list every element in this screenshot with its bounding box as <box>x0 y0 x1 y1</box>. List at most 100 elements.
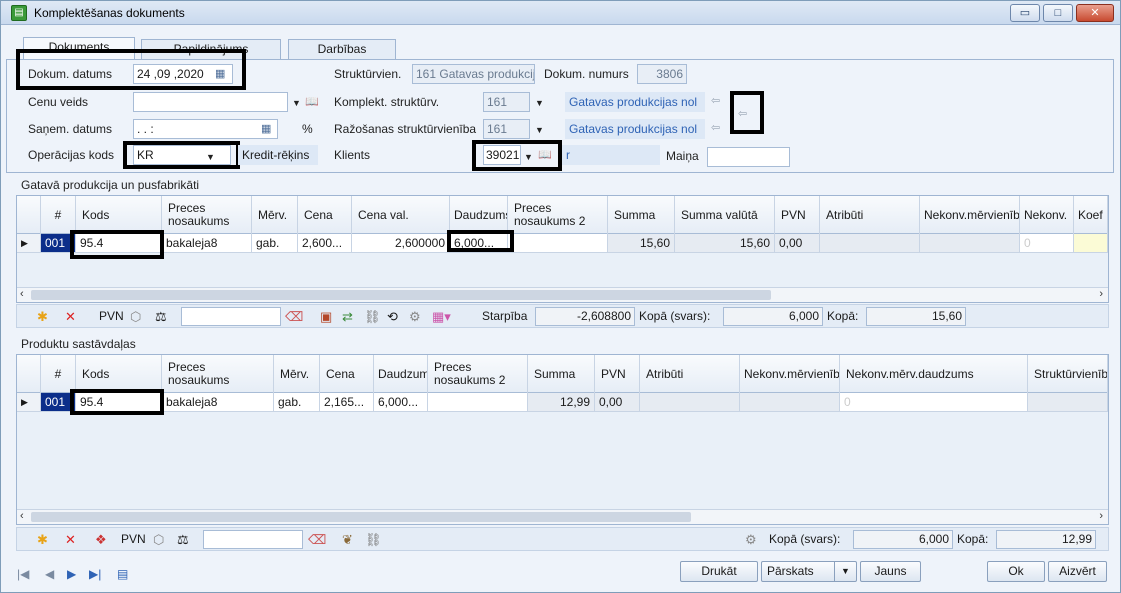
col-header[interactable]: Mērv. <box>252 196 298 234</box>
grid-cell-struktur[interactable] <box>1028 393 1108 412</box>
col-header[interactable]: Cena <box>298 196 352 234</box>
col-header[interactable]: PVN <box>775 196 820 234</box>
cube-icon[interactable]: ⬡ <box>130 308 141 325</box>
horizontal-scrollbar[interactable]: ‹ › <box>17 287 1108 302</box>
grid-cell-nekonv-merv[interactable] <box>920 234 1020 253</box>
eraser-icon[interactable]: ⌫ <box>285 308 303 325</box>
nav-prev-icon[interactable]: ◀ <box>45 567 54 581</box>
grid-cell-nosaukums2[interactable] <box>508 234 608 253</box>
col-header[interactable]: Cena val. <box>352 196 450 234</box>
components-grid[interactable]: # Kods Preces nosaukums Mērv. Cena Daudz… <box>16 354 1109 525</box>
col-header[interactable]: Summa valūtā <box>675 196 775 234</box>
arrow-left-icon[interactable]: ⇦ <box>711 121 720 134</box>
cenu-veids-input[interactable] <box>133 92 288 112</box>
grid-cell-koef[interactable] <box>1074 234 1108 253</box>
grid2-search-input[interactable] <box>203 530 303 549</box>
swap-icon[interactable]: ⟲ <box>387 308 398 325</box>
book-icon[interactable]: 📖 <box>538 148 552 161</box>
komplekt-strukturv-description[interactable]: Gatavas produkcijas nol <box>565 92 705 112</box>
scroll-right-icon[interactable]: › <box>1099 288 1103 300</box>
grid-cell-daudzums[interactable]: 6,000... <box>450 234 508 253</box>
jauns-button[interactable]: Jauns <box>860 561 921 582</box>
diamond-icon[interactable]: ❖ <box>95 531 107 548</box>
horizontal-scrollbar[interactable]: ‹ › <box>17 509 1108 524</box>
grid-cell-cena-val[interactable]: 2,600000 <box>352 234 450 253</box>
tab-papildinajums[interactable]: Papildinājums <box>141 39 281 59</box>
grid-cell-merv[interactable]: gab. <box>274 393 320 412</box>
chevron-down-icon[interactable]: ▼ <box>292 98 301 108</box>
col-header[interactable]: Kods <box>76 355 162 393</box>
col-header[interactable]: Koef <box>1074 196 1108 234</box>
finished-products-grid[interactable]: # Kods Preces nosaukums Mērv. Cena Cena … <box>16 195 1109 303</box>
ok-button[interactable]: Ok <box>987 561 1045 582</box>
col-header[interactable]: Preces nosaukums <box>162 355 274 393</box>
scale-icon[interactable]: ⚖ <box>155 308 167 325</box>
tab-darbibas[interactable]: Darbības <box>288 39 396 59</box>
refresh-icon[interactable]: ⇄ <box>342 308 353 325</box>
sanem-datums-input[interactable]: . . : <box>133 119 278 139</box>
col-header[interactable]: Kods <box>76 196 162 234</box>
grid-cell-nekonv[interactable]: 0 <box>1020 234 1074 253</box>
grid-cell-num[interactable]: 001 <box>41 393 76 412</box>
scroll-right-icon[interactable]: › <box>1099 510 1103 522</box>
grid-cell-cena[interactable]: 2,600... <box>298 234 352 253</box>
col-header[interactable]: Preces nosaukums 2 <box>508 196 608 234</box>
drukat-button[interactable]: Drukāt <box>680 561 758 582</box>
grid-menu-icon[interactable]: ▦▾ <box>432 308 451 325</box>
col-header[interactable]: Nekonv.mērv.daudzums <box>840 355 1028 393</box>
pvn-button[interactable]: PVN <box>99 309 124 323</box>
grid-cell-merv[interactable]: gab. <box>252 234 298 253</box>
col-header[interactable]: Atribūti <box>820 196 920 234</box>
chevron-down-icon[interactable]: ▼ <box>206 152 215 162</box>
col-header[interactable]: PVN <box>595 355 640 393</box>
scroll-thumb[interactable] <box>31 290 771 300</box>
nav-next-icon[interactable]: ▶ <box>67 567 76 581</box>
delete-row-icon[interactable]: ✕ <box>65 308 76 325</box>
nav-last-icon[interactable]: ▶| <box>89 567 101 581</box>
title-bar[interactable]: ▤ Komplektēšanas dokuments ▭ □ ✕ <box>1 1 1120 25</box>
grid-cell-kods[interactable]: 95.4 <box>76 234 162 253</box>
chevron-down-icon[interactable]: ▼ <box>834 562 856 581</box>
scroll-left-icon[interactable]: ‹ <box>20 288 24 300</box>
add-row-icon[interactable]: ✱ <box>37 308 48 325</box>
scroll-thumb[interactable] <box>31 512 691 522</box>
col-header[interactable]: Mērv. <box>274 355 320 393</box>
col-header[interactable]: Preces nosaukums <box>162 196 252 234</box>
col-header[interactable]: Cena <box>320 355 374 393</box>
nav-first-icon[interactable]: |◀ <box>17 567 29 581</box>
parskats-button[interactable]: Pārskats ▼ <box>761 561 857 582</box>
grid-cell-kods[interactable]: 95.4 <box>76 393 162 412</box>
razosanas-strukturvieniba-description[interactable]: Gatavas produkcijas nol <box>565 119 705 139</box>
leaf-icon[interactable]: ❦ <box>342 531 353 548</box>
calendar-icon[interactable]: ▦ <box>215 67 225 80</box>
grid-cell-daudzums[interactable]: 6,000... <box>374 393 428 412</box>
aizvert-button[interactable]: Aizvērt <box>1048 561 1107 582</box>
col-header[interactable]: Atribūti <box>640 355 740 393</box>
col-header[interactable]: # <box>41 355 76 393</box>
gear-icon[interactable]: ⚙ <box>409 308 421 325</box>
grid-cell-atributi[interactable] <box>640 393 740 412</box>
col-header[interactable]: Daudzums <box>374 355 428 393</box>
maximize-button[interactable]: □ <box>1043 4 1073 22</box>
cube-icon[interactable]: ⬡ <box>153 531 164 548</box>
operacijas-kods-input[interactable]: KR <box>133 145 231 165</box>
grid-cell-nekonv-daudz[interactable]: 0 <box>840 393 1028 412</box>
klienti-input[interactable]: 39021 <box>483 145 521 165</box>
scroll-left-icon[interactable]: ‹ <box>20 510 24 522</box>
grid-cell-nosaukums[interactable]: bakaleja8 <box>162 234 252 253</box>
pvn-button[interactable]: PVN <box>121 532 146 546</box>
col-header[interactable]: Nekonv.mērvienība <box>740 355 840 393</box>
grid-cell-nekonv-merv[interactable] <box>740 393 840 412</box>
grid-cell-atributi[interactable] <box>820 234 920 253</box>
arrow-left-icon[interactable]: ⇦ <box>738 107 747 120</box>
col-header[interactable]: Nekonv. <box>1020 196 1074 234</box>
eraser-icon[interactable]: ⌫ <box>308 531 326 548</box>
document-list-icon[interactable]: ▤ <box>117 567 128 581</box>
col-header[interactable]: Summa <box>528 355 595 393</box>
col-header[interactable]: # <box>41 196 76 234</box>
grid1-search-input[interactable] <box>181 307 281 326</box>
gear-icon[interactable]: ⚙ <box>745 531 757 548</box>
chevron-down-icon[interactable]: ▼ <box>535 125 544 135</box>
link-icon[interactable]: ⛓ <box>364 308 381 325</box>
grid-cell-cena[interactable]: 2,165... <box>320 393 374 412</box>
